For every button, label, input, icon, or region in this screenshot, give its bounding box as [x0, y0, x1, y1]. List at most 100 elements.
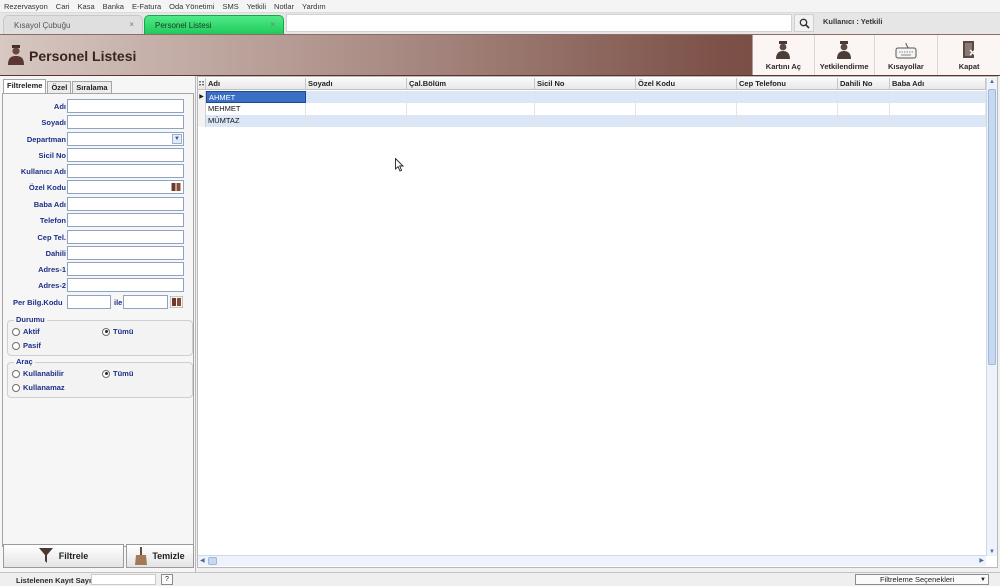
cell-sicil-no[interactable]: [535, 115, 636, 127]
column-header-sicil-no[interactable]: Sicil No: [535, 78, 636, 90]
telefon-input[interactable]: [67, 213, 184, 227]
cell-dahili-no[interactable]: [838, 91, 890, 103]
per-bilg-kodu-to-input[interactable]: [123, 295, 168, 309]
menu-notlar[interactable]: Notlar: [274, 2, 294, 11]
baba-adi-input[interactable]: [67, 197, 184, 211]
menu-banka[interactable]: Banka: [103, 2, 124, 11]
tumu-radio[interactable]: Tümü: [102, 327, 133, 336]
cell-adi[interactable]: AHMET: [206, 91, 306, 103]
radio-dot: [102, 327, 110, 336]
adres-2-input[interactable]: [67, 278, 184, 292]
authorization-button[interactable]: Yetkilendirme: [815, 35, 875, 75]
cell-dahili-no[interactable]: [838, 103, 890, 115]
row-indicator: ▶: [198, 91, 206, 103]
tab-kisayol-cubugu[interactable]: Kısayol Çubuğu ×: [3, 15, 143, 34]
field-label: Telefon: [39, 216, 66, 225]
horizontal-scrollbar[interactable]: ◀ ▶: [198, 555, 986, 566]
cell-dahili-no[interactable]: [838, 115, 890, 127]
cell-cep-telefonu[interactable]: [737, 115, 838, 127]
scroll-down-icon[interactable]: ▼: [989, 549, 995, 555]
pasif-radio[interactable]: Pasif: [12, 341, 41, 350]
menu-kasa[interactable]: Kasa: [78, 2, 95, 11]
search-icon[interactable]: [794, 14, 814, 32]
scroll-right-icon[interactable]: ▶: [979, 557, 984, 564]
cell-baba-adi[interactable]: [890, 115, 986, 127]
cell-ozel-kodu[interactable]: [636, 91, 737, 103]
cell-adi[interactable]: MÜMTAZ: [206, 115, 306, 127]
book-icon[interactable]: [170, 296, 183, 308]
column-header-ozel-kodu[interactable]: Özel Kodu: [636, 78, 737, 90]
sicil-no-input[interactable]: [67, 148, 184, 162]
clear-button[interactable]: Temizle: [126, 544, 194, 568]
scroll-up-icon[interactable]: ▲: [989, 79, 995, 85]
cell-soyadi[interactable]: [306, 115, 407, 127]
cell-cal-bolum[interactable]: [407, 103, 535, 115]
close-icon[interactable]: ×: [270, 20, 275, 29]
table-row[interactable]: MEHMET: [198, 103, 986, 115]
cell-sicil-no[interactable]: [535, 91, 636, 103]
menu-e-fatura[interactable]: E-Fatura: [132, 2, 161, 11]
cell-ozel-kodu[interactable]: [636, 103, 737, 115]
menu-cari[interactable]: Cari: [56, 2, 70, 11]
chevron-down-icon[interactable]: ▼: [172, 134, 182, 144]
cell-sicil-no[interactable]: [535, 103, 636, 115]
table-row[interactable]: MÜMTAZ: [198, 115, 986, 127]
cell-cep-telefonu[interactable]: [737, 91, 838, 103]
aktif-radio[interactable]: Aktif: [12, 327, 40, 336]
column-header-soyadi[interactable]: Soyadı: [306, 78, 407, 90]
cell-adi[interactable]: MEHMET: [206, 103, 306, 115]
tab-personel-listesi[interactable]: Personel Listesi ×: [144, 15, 284, 34]
close-button[interactable]: Kapat: [938, 35, 1000, 75]
scroll-thumb[interactable]: [988, 89, 996, 365]
close-icon[interactable]: ×: [129, 20, 134, 29]
scroll-left-icon[interactable]: ◀: [200, 557, 205, 564]
book-icon[interactable]: [171, 182, 181, 192]
cell-baba-adi[interactable]: [890, 103, 986, 115]
help-button[interactable]: ?: [161, 574, 173, 585]
scroll-thumb[interactable]: [208, 557, 217, 565]
shortcuts-button[interactable]: Kısayollar: [875, 35, 939, 75]
kullanici-adi-input[interactable]: [67, 164, 184, 178]
soyadi-input[interactable]: [67, 115, 184, 129]
menu-oda-yonetimi[interactable]: Oda Yönetimi: [169, 2, 214, 11]
radio-label: Aktif: [23, 327, 40, 336]
cell-soyadi[interactable]: [306, 103, 407, 115]
open-card-button[interactable]: Kartını Aç: [753, 35, 815, 75]
cell-cal-bolum[interactable]: [407, 115, 535, 127]
kullanamaz-radio[interactable]: Kullanamaz: [12, 383, 65, 392]
filter-options-dropdown[interactable]: Filtreleme Seçenekleri ▼: [855, 574, 989, 585]
adres-1-input[interactable]: [67, 262, 184, 276]
adi-input[interactable]: [67, 99, 184, 113]
per-bilg-kodu-from-input[interactable]: [67, 295, 111, 309]
arac-tumu-radio[interactable]: Tümü: [102, 369, 133, 378]
cep-tel-input[interactable]: [67, 230, 184, 244]
dahili-input[interactable]: [67, 246, 184, 260]
column-header-baba-adi[interactable]: Baba Adı: [890, 78, 986, 90]
radio-dot: [102, 369, 110, 378]
tab-filtreleme[interactable]: Filtreleme: [3, 79, 47, 94]
cell-baba-adi[interactable]: [890, 91, 986, 103]
column-header-cep-telefonu[interactable]: Cep Telefonu: [737, 78, 838, 90]
field-row-soyadi: Soyadı: [3, 115, 193, 131]
chevron-down-icon[interactable]: ▼: [980, 575, 986, 585]
cell-soyadi[interactable]: [306, 91, 407, 103]
grid-corner[interactable]: ∷: [198, 78, 206, 90]
cell-cal-bolum[interactable]: [407, 91, 535, 103]
column-header-cal-bolum[interactable]: Çal.Bölüm: [407, 78, 535, 90]
column-header-dahili-no[interactable]: Dahili No: [838, 78, 890, 90]
menu-yardim[interactable]: Yardım: [302, 2, 326, 11]
search-input[interactable]: [286, 14, 792, 32]
row-indicator: [198, 115, 206, 127]
departman-select[interactable]: ▼: [67, 132, 184, 146]
menu-rezervasyon[interactable]: Rezervasyon: [4, 2, 48, 11]
menu-yetkili[interactable]: Yetkili: [247, 2, 266, 11]
vertical-scrollbar[interactable]: ▲ ▼: [986, 78, 997, 556]
cell-ozel-kodu[interactable]: [636, 115, 737, 127]
column-header-adi[interactable]: Adı: [206, 78, 306, 90]
filter-button[interactable]: Filtrele: [3, 544, 124, 568]
cell-cep-telefonu[interactable]: [737, 103, 838, 115]
table-row[interactable]: ▶ AHMET: [198, 91, 986, 103]
menu-sms[interactable]: SMS: [222, 2, 238, 11]
ozel-kodu-input[interactable]: [67, 180, 184, 194]
kullanabilir-radio[interactable]: Kullanabilir: [12, 369, 64, 378]
